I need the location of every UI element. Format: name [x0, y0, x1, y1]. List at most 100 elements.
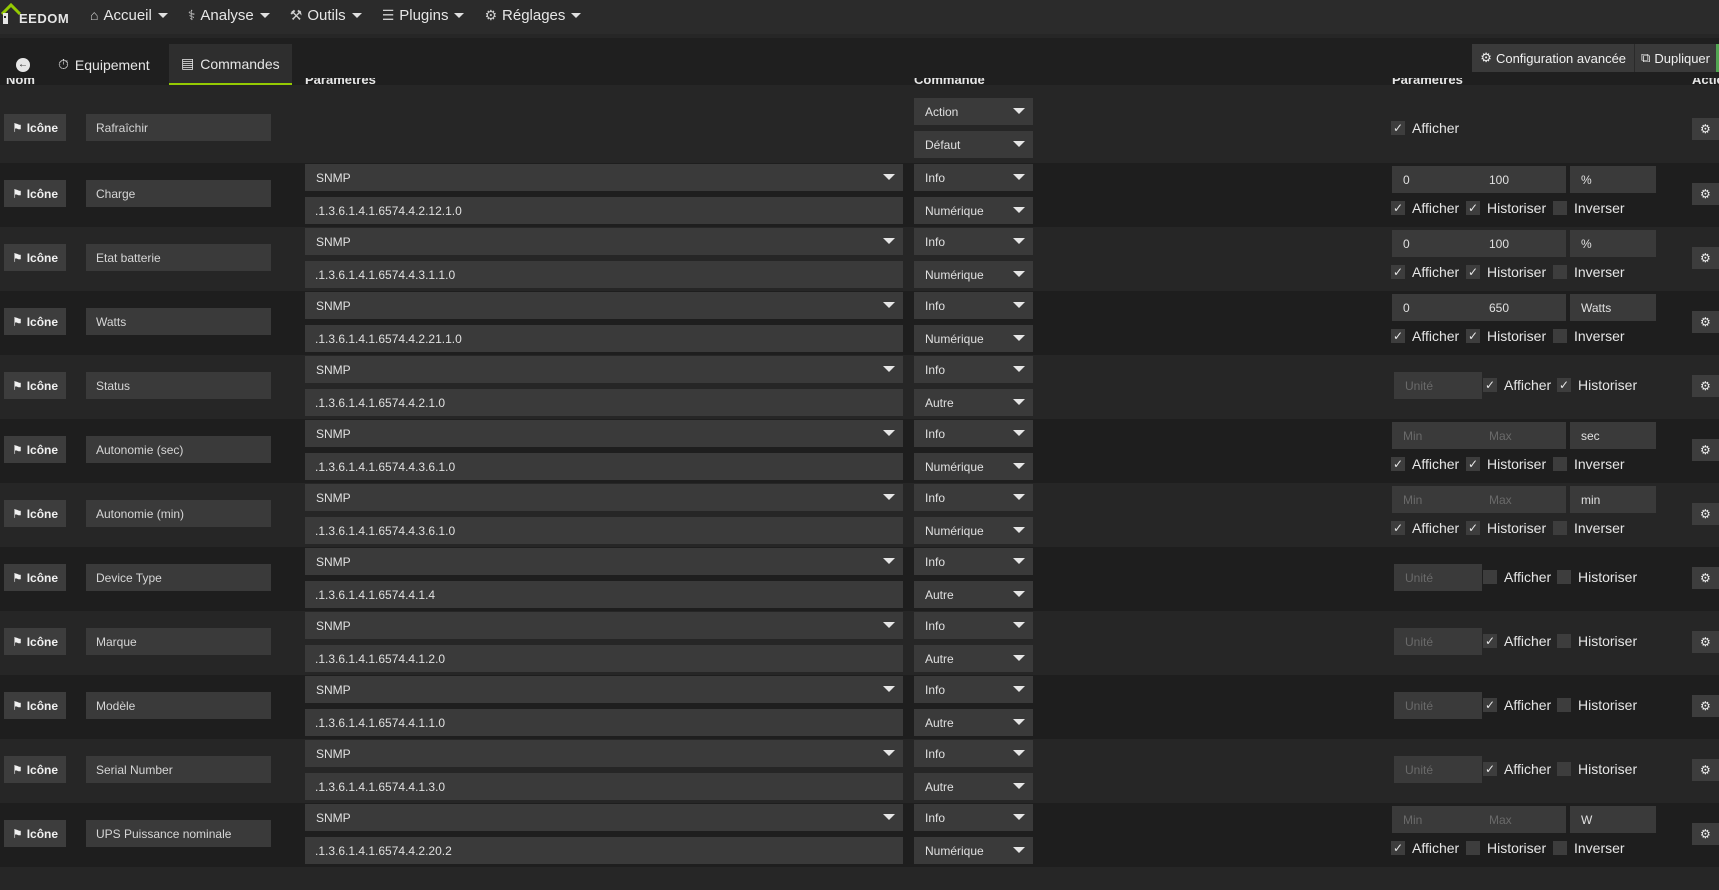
command-type-select[interactable]: Info	[914, 612, 1033, 639]
afficher-checkbox[interactable]: Afficher	[1483, 569, 1551, 585]
icon-button[interactable]: ⚑ Icône	[4, 308, 66, 335]
max-value-input[interactable]: 100	[1478, 230, 1566, 257]
command-type-select[interactable]: Action	[914, 98, 1033, 125]
nav-outils[interactable]: ⚒ Outils	[290, 0, 362, 30]
unit-input[interactable]: Unité	[1394, 628, 1482, 655]
unit-input[interactable]: min	[1570, 486, 1656, 513]
inverser-checkbox[interactable]: Inverser	[1553, 840, 1625, 856]
command-type-select[interactable]: Info	[914, 484, 1033, 511]
protocol-select[interactable]: SNMP	[305, 356, 903, 383]
oid-input[interactable]: .1.3.6.1.4.1.6574.4.1.4	[305, 581, 903, 608]
inverser-checkbox[interactable]: Inverser	[1553, 456, 1625, 472]
afficher-checkbox[interactable]: ✓ Afficher	[1391, 264, 1459, 280]
protocol-select[interactable]: SNMP	[305, 740, 903, 767]
protocol-select[interactable]: SNMP	[305, 164, 903, 191]
nav-plugins[interactable]: ☰ Plugins	[382, 0, 465, 30]
oid-input[interactable]: .1.3.6.1.4.1.6574.4.1.2.0	[305, 645, 903, 672]
icon-button[interactable]: ⚑ Icône	[4, 114, 66, 141]
historiser-checkbox[interactable]: Historiser	[1557, 569, 1637, 585]
inverser-checkbox[interactable]: Inverser	[1553, 200, 1625, 216]
historiser-checkbox[interactable]: ✓ Historiser	[1466, 200, 1546, 216]
oid-input[interactable]: .1.3.6.1.4.1.6574.4.2.20.2	[305, 837, 903, 864]
nav-rglages[interactable]: ⚙ Réglages	[484, 0, 582, 30]
oid-input[interactable]: .1.3.6.1.4.1.6574.4.1.1.0	[305, 709, 903, 736]
oid-input[interactable]: .1.3.6.1.4.1.6574.4.3.6.1.0	[305, 517, 903, 544]
oid-input[interactable]: .1.3.6.1.4.1.6574.4.3.1.1.0	[305, 261, 903, 288]
advanced-command-config-button[interactable]: ⚙	[1692, 823, 1719, 845]
command-type-select[interactable]: Info	[914, 228, 1033, 255]
oid-input[interactable]: .1.3.6.1.4.1.6574.4.1.3.0	[305, 773, 903, 800]
unit-input[interactable]: %	[1570, 166, 1656, 193]
command-subtype-select[interactable]: Numérique	[914, 517, 1033, 544]
unit-input[interactable]: Unité	[1394, 756, 1482, 783]
historiser-checkbox[interactable]: ✓ Historiser	[1466, 264, 1546, 280]
command-type-select[interactable]: Info	[914, 804, 1033, 831]
icon-button[interactable]: ⚑ Icône	[4, 564, 66, 591]
unit-input[interactable]: %	[1570, 230, 1656, 257]
max-value-input[interactable]: 650	[1478, 294, 1566, 321]
historiser-checkbox[interactable]: Historiser	[1557, 697, 1637, 713]
afficher-checkbox[interactable]: ✓ Afficher	[1483, 697, 1551, 713]
afficher-checkbox[interactable]: ✓ Afficher	[1483, 377, 1551, 393]
advanced-config-button[interactable]: ⚙ Configuration avancée	[1472, 44, 1636, 72]
command-type-select[interactable]: Info	[914, 292, 1033, 319]
oid-input[interactable]: .1.3.6.1.4.1.6574.4.2.1.0	[305, 389, 903, 416]
protocol-select[interactable]: SNMP	[305, 228, 903, 255]
min-value-input[interactable]: Min	[1392, 806, 1478, 833]
advanced-command-config-button[interactable]: ⚙	[1692, 759, 1719, 781]
protocol-select[interactable]: SNMP	[305, 676, 903, 703]
command-name-input[interactable]: Modèle	[86, 692, 271, 719]
oid-input[interactable]: .1.3.6.1.4.1.6574.4.2.21.1.0	[305, 325, 903, 352]
icon-button[interactable]: ⚑ Icône	[4, 372, 66, 399]
command-subtype-select[interactable]: Numérique	[914, 197, 1033, 224]
afficher-checkbox[interactable]: ✓ Afficher	[1391, 328, 1459, 344]
afficher-checkbox[interactable]: ✓ Afficher	[1391, 840, 1459, 856]
unit-input[interactable]: sec	[1570, 422, 1656, 449]
icon-button[interactable]: ⚑ Icône	[4, 756, 66, 783]
icon-button[interactable]: ⚑ Icône	[4, 820, 66, 847]
historiser-checkbox[interactable]: Historiser	[1466, 840, 1546, 856]
max-value-input[interactable]: 100	[1478, 166, 1566, 193]
command-name-input[interactable]: Status	[86, 372, 271, 399]
jeedom-logo[interactable]: EEDOM	[0, 0, 76, 30]
unit-input[interactable]: Unité	[1394, 372, 1482, 399]
advanced-command-config-button[interactable]: ⚙	[1692, 118, 1719, 140]
command-type-select[interactable]: Info	[914, 356, 1033, 383]
command-subtype-select[interactable]: Autre	[914, 389, 1033, 416]
historiser-checkbox[interactable]: ✓ Historiser	[1466, 520, 1546, 536]
command-name-input[interactable]: Etat batterie	[86, 244, 271, 271]
advanced-command-config-button[interactable]: ⚙	[1692, 567, 1719, 589]
historiser-checkbox[interactable]: Historiser	[1557, 633, 1637, 649]
unit-input[interactable]: Watts	[1570, 294, 1656, 321]
min-value-input[interactable]: 0	[1392, 230, 1478, 257]
protocol-select[interactable]: SNMP	[305, 548, 903, 575]
protocol-select[interactable]: SNMP	[305, 484, 903, 511]
advanced-command-config-button[interactable]: ⚙	[1692, 311, 1719, 333]
protocol-select[interactable]: SNMP	[305, 420, 903, 447]
afficher-checkbox[interactable]: ✓ Afficher	[1391, 120, 1459, 136]
command-subtype-select[interactable]: Numérique	[914, 325, 1033, 352]
oid-input[interactable]: .1.3.6.1.4.1.6574.4.2.12.1.0	[305, 197, 903, 224]
historiser-checkbox[interactable]: ✓ Historiser	[1466, 328, 1546, 344]
advanced-command-config-button[interactable]: ⚙	[1692, 503, 1719, 525]
duplicate-button[interactable]: ⧉ Dupliquer	[1635, 44, 1719, 72]
icon-button[interactable]: ⚑ Icône	[4, 500, 66, 527]
command-type-select[interactable]: Info	[914, 740, 1033, 767]
command-name-input[interactable]: Device Type	[86, 564, 271, 591]
advanced-command-config-button[interactable]: ⚙	[1692, 183, 1719, 205]
afficher-checkbox[interactable]: ✓ Afficher	[1391, 520, 1459, 536]
protocol-select[interactable]: SNMP	[305, 804, 903, 831]
afficher-checkbox[interactable]: ✓ Afficher	[1483, 633, 1551, 649]
historiser-checkbox[interactable]: Historiser	[1557, 761, 1637, 777]
inverser-checkbox[interactable]: Inverser	[1553, 520, 1625, 536]
command-name-input[interactable]: Watts	[86, 308, 271, 335]
min-value-input[interactable]: 0	[1392, 166, 1478, 193]
command-subtype-select[interactable]: Numérique	[914, 837, 1033, 864]
icon-button[interactable]: ⚑ Icône	[4, 180, 66, 207]
protocol-select[interactable]: SNMP	[305, 292, 903, 319]
icon-button[interactable]: ⚑ Icône	[4, 692, 66, 719]
nav-analyse[interactable]: ⚕ Analyse	[188, 0, 270, 30]
command-name-input[interactable]: Autonomie (min)	[86, 500, 271, 527]
command-subtype-select[interactable]: Numérique	[914, 261, 1033, 288]
icon-button[interactable]: ⚑ Icône	[4, 436, 66, 463]
